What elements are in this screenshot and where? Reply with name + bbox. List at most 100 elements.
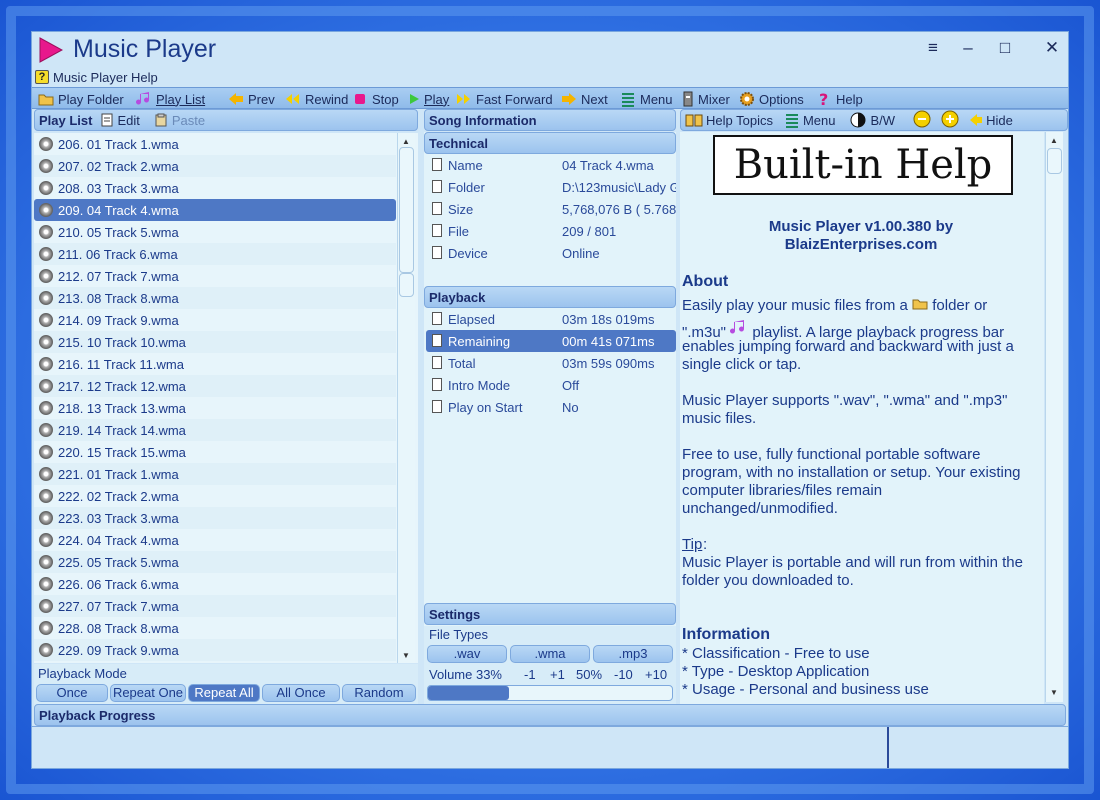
minimize-button[interactable]: ‒ <box>955 36 981 60</box>
playlist-item[interactable]: 224. 04 Track 4.wma <box>34 529 396 551</box>
playlist-item[interactable]: 214. 09 Track 9.wma <box>34 309 396 331</box>
plus-circle-icon <box>941 110 959 127</box>
playlist-item[interactable]: 219. 14 Track 14.wma <box>34 419 396 441</box>
info-row[interactable]: Total 03m 59s 090ms <box>426 352 676 374</box>
volume-step-button[interactable]: +10 <box>645 667 667 682</box>
playlist-item[interactable]: 221. 01 Track 1.wma <box>34 463 396 485</box>
playback-mode-option[interactable]: Once <box>36 684 108 702</box>
maximize-button[interactable]: □ <box>992 36 1018 60</box>
file-type-toggle[interactable]: .wav <box>427 645 507 663</box>
bw-toggle-button[interactable]: B/W <box>850 112 895 128</box>
info-key: File <box>448 224 469 239</box>
playlist-item[interactable]: 222. 02 Track 2.wma <box>34 485 396 507</box>
playlist-item[interactable]: 208. 03 Track 3.wma <box>34 177 396 199</box>
volume-slider[interactable] <box>427 685 673 701</box>
menu-lines-icon <box>620 91 636 107</box>
playlist-item-label: 207. 02 Track 2.wma <box>58 158 179 174</box>
volume-step-button[interactable]: 50% <box>576 667 602 682</box>
music-note-icon <box>136 91 152 107</box>
info-value: 00m 41s 071ms <box>562 334 655 349</box>
rewind-button[interactable]: Rewind <box>285 90 348 108</box>
options-button[interactable]: Options <box>739 90 804 108</box>
playlist-item[interactable]: 220. 15 Track 15.wma <box>34 441 396 463</box>
info-row[interactable]: Device Online <box>426 242 676 264</box>
playlist-scrollbar[interactable]: ▲ ▼ <box>397 133 415 663</box>
file-type-toggle[interactable]: .mp3 <box>593 645 673 663</box>
playlist-item[interactable]: 223. 03 Track 3.wma <box>34 507 396 529</box>
playlist-item[interactable]: 228. 08 Track 8.wma <box>34 617 396 639</box>
close-button[interactable]: ✕ <box>1039 36 1065 60</box>
playlist-item[interactable]: 229. 09 Track 9.wma <box>34 639 396 661</box>
playlist-item[interactable]: 211. 06 Track 6.wma <box>34 243 396 265</box>
info-line-1: * Classification - Free to use <box>682 645 870 662</box>
help-button[interactable]: ? Help <box>816 90 863 109</box>
volume-step-button[interactable]: +1 <box>550 667 565 682</box>
playlist-item[interactable]: 213. 08 Track 8.wma <box>34 287 396 309</box>
main-toolbar: Play Folder Play List Prev Rewind Stop P… <box>32 87 1068 109</box>
edit-button[interactable]: Edit <box>100 113 140 128</box>
help-content: Built-in Help Music Player v1.00.380 by … <box>680 132 1044 732</box>
scroll-down-icon[interactable]: ▼ <box>1050 688 1058 697</box>
scroll-down-icon[interactable]: ▼ <box>402 651 410 660</box>
playlist-item[interactable]: 206. 01 Track 1.wma <box>34 133 396 155</box>
playback-mode-option[interactable]: Random <box>342 684 416 702</box>
playback-mode-option[interactable]: Repeat One <box>110 684 186 702</box>
info-row[interactable]: Elapsed 03m 18s 019ms <box>426 308 676 330</box>
playlist-item[interactable]: 218. 13 Track 13.wma <box>34 397 396 419</box>
info-row[interactable]: File 209 / 801 <box>426 220 676 242</box>
play-button[interactable]: Play <box>408 90 449 108</box>
playlist-item[interactable]: 215. 10 Track 10.wma <box>34 331 396 353</box>
help-menu-item[interactable]: Music Player Help <box>53 70 158 85</box>
next-button[interactable]: Next <box>561 90 608 108</box>
paste-button[interactable]: Paste <box>154 113 205 128</box>
scroll-up-icon[interactable]: ▲ <box>402 137 410 146</box>
disc-icon <box>39 599 53 613</box>
help-scrollbar[interactable]: ▲ ▼ <box>1045 132 1063 702</box>
help-menu-button[interactable]: Menu <box>785 112 836 128</box>
info-row[interactable]: Folder D:\123music\Lady G <box>426 176 676 198</box>
playlist-scroll-thumb-lower[interactable] <box>399 273 414 297</box>
playback-mode-option[interactable]: Repeat All <box>188 684 260 702</box>
playlist-item[interactable]: 225. 05 Track 5.wma <box>34 551 396 573</box>
info-row[interactable]: Remaining 00m 41s 071ms <box>426 330 676 352</box>
zoom-out-button[interactable] <box>913 110 931 131</box>
playlist-item[interactable]: 207. 02 Track 2.wma <box>34 155 396 177</box>
playlist-item[interactable]: 209. 04 Track 4.wma <box>34 199 396 221</box>
playlist-item[interactable]: 210. 05 Track 5.wma <box>34 221 396 243</box>
playlist-item[interactable]: 227. 07 Track 7.wma <box>34 595 396 617</box>
playlist-item-label: 222. 02 Track 2.wma <box>58 488 179 504</box>
playback-progress-bar[interactable] <box>32 726 1068 768</box>
scroll-up-icon[interactable]: ▲ <box>1050 136 1058 145</box>
playback-header: Playback <box>424 286 676 308</box>
hide-button[interactable]: Hide <box>969 113 1013 128</box>
playlist-item[interactable]: 217. 12 Track 12.wma <box>34 375 396 397</box>
info-row[interactable]: Size 5,768,076 B ( 5.768 <box>426 198 676 220</box>
stop-icon <box>352 91 368 107</box>
menu-button[interactable]: Menu <box>620 90 673 108</box>
playlist-scroll-thumb[interactable] <box>399 147 414 273</box>
volume-step-button[interactable]: -1 <box>524 667 536 682</box>
help-topics-button[interactable]: Help Topics <box>685 112 773 128</box>
info-row[interactable]: Name 04 Track 4.wma <box>426 154 676 176</box>
play-list-button[interactable]: Play List <box>136 90 205 108</box>
volume-step-button[interactable]: -10 <box>614 667 633 682</box>
mixer-button[interactable]: Mixer <box>682 90 730 108</box>
zoom-in-button[interactable] <box>941 110 959 131</box>
disc-icon <box>39 401 53 415</box>
stop-button[interactable]: Stop <box>352 90 399 108</box>
window-menu-button[interactable]: ≡ <box>920 36 946 60</box>
info-row[interactable]: Play on Start No <box>426 396 676 418</box>
info-row[interactable]: Intro Mode Off <box>426 374 676 396</box>
file-type-toggle[interactable]: .wma <box>510 645 590 663</box>
fast-forward-button[interactable]: Fast Forward <box>456 90 553 108</box>
playlist-item[interactable]: 226. 06 Track 6.wma <box>34 573 396 595</box>
playlist-item-label: 215. 10 Track 10.wma <box>58 334 186 350</box>
playlist-item[interactable]: 216. 11 Track 11.wma <box>34 353 396 375</box>
info-value: 03m 59s 090ms <box>562 356 655 371</box>
playlist-item[interactable]: 212. 07 Track 7.wma <box>34 265 396 287</box>
info-key: Device <box>448 246 488 261</box>
play-folder-button[interactable]: Play Folder <box>38 90 124 108</box>
help-scroll-thumb[interactable] <box>1047 148 1062 174</box>
prev-button[interactable]: Prev <box>228 90 275 108</box>
playback-mode-option[interactable]: All Once <box>262 684 340 702</box>
